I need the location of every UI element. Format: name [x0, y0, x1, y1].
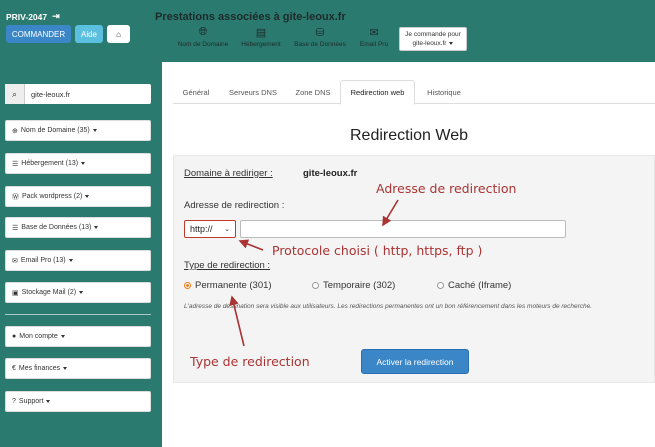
- service-hebergement[interactable]: ▤ Hébergement: [238, 26, 284, 48]
- tab-general[interactable]: Général: [173, 80, 219, 104]
- home-button[interactable]: ⌂: [107, 25, 130, 43]
- search-field[interactable]: ⌕ gite-leoux.fr: [5, 84, 151, 104]
- sidebar-item-hebergement[interactable]: ☰ Hébergement (13): [5, 153, 151, 174]
- chevron-down-icon: [449, 41, 454, 45]
- sidebar-item-pack-wordpress[interactable]: Ⓦ Pack wordpress (2): [5, 186, 151, 207]
- radio-selected-icon[interactable]: [184, 282, 191, 289]
- sidebar-item-mon-compte[interactable]: ● Mon compte: [5, 326, 151, 347]
- tabs: Général Serveurs DNS Zone DNS Redirectio…: [173, 80, 655, 105]
- radio-cache[interactable]: Caché (Iframe): [437, 280, 511, 291]
- list-icon: ☰: [12, 224, 19, 232]
- chevron-down-icon: ⌄: [224, 226, 230, 233]
- annotation-type: Type de redirection: [190, 354, 310, 369]
- search-icon[interactable]: ⌕: [5, 84, 25, 104]
- box-icon: ▣: [12, 289, 19, 297]
- annotation-address: Adresse de redirection: [376, 181, 517, 196]
- radio-icon[interactable]: [312, 282, 319, 289]
- chevron-down-icon: [94, 226, 99, 229]
- account-id: PRIV-2047 ⇥: [6, 11, 60, 22]
- redirect-type-label: Type de redirection :: [184, 260, 271, 271]
- service-base-de-donnees[interactable]: ⛁ Base de Données: [291, 26, 349, 48]
- commander-button[interactable]: COMMANDER: [6, 25, 71, 43]
- radio-icon[interactable]: [437, 282, 444, 289]
- envelope-icon: ✉: [369, 27, 379, 39]
- globe-icon: 🌐︎: [198, 26, 208, 38]
- euro-icon: €: [12, 365, 16, 372]
- account-id-label: PRIV-2047: [6, 11, 48, 22]
- search-input[interactable]: gite-leoux.fr: [25, 90, 70, 99]
- sidebar-item-mes-finances[interactable]: € Mes finances: [5, 358, 151, 379]
- site-title: Prestations associées à gite-leoux.fr: [155, 11, 346, 23]
- logout-icon[interactable]: ⇥: [52, 11, 60, 22]
- sidebar: ⌕ gite-leoux.fr ⊕ Nom de Domaine (35) ☰ …: [0, 62, 162, 447]
- server-icon: ▤: [255, 27, 267, 39]
- tab-redirection-web[interactable]: Redirection web: [340, 80, 415, 105]
- page-title: Redirection Web: [350, 127, 468, 144]
- database-icon: ⛁: [315, 27, 325, 39]
- activate-redirection-button[interactable]: Activer la redirection: [361, 349, 469, 374]
- annotation-protocol: Protocole choisi ( http, https, ftp ): [272, 243, 483, 258]
- envelope-icon: ✉: [12, 257, 18, 265]
- radio-permanente[interactable]: Permanente (301): [184, 280, 272, 291]
- sidebar-item-email-pro[interactable]: ✉ Email Pro (13): [5, 250, 151, 271]
- list-icon: ☰: [12, 160, 19, 168]
- service-email-pro[interactable]: ✉ Email Pro: [357, 26, 391, 48]
- tab-serveurs-dns[interactable]: Serveurs DNS: [220, 80, 286, 104]
- chevron-down-icon: [85, 195, 90, 198]
- chevron-down-icon: [79, 291, 84, 294]
- service-nom-de-domaine[interactable]: 🌐︎ Nom de Domaine: [176, 26, 230, 48]
- sidebar-item-stockage-mail[interactable]: ▣ Stockage Mail (2): [5, 282, 151, 303]
- chevron-down-icon: [60, 335, 65, 338]
- address-label: Adresse de redirection :: [184, 200, 285, 211]
- chevron-down-icon: [68, 259, 73, 262]
- tab-historique[interactable]: Historique: [416, 80, 472, 104]
- sidebar-divider: [5, 314, 151, 315]
- domain-value: gite-leoux.fr: [303, 168, 358, 179]
- question-icon: ?: [12, 398, 16, 405]
- commande-pour-dropdown[interactable]: Je commande pour gite-leoux.fr: [399, 27, 467, 51]
- aide-button[interactable]: Aide: [75, 25, 103, 43]
- redirect-url-input[interactable]: [240, 220, 566, 238]
- tab-zone-dns[interactable]: Zone DNS: [287, 80, 339, 104]
- help-text: L'adresse de destination sera visible au…: [184, 303, 593, 310]
- home-icon: ⌂: [116, 29, 121, 39]
- sidebar-item-nom-de-domaine[interactable]: ⊕ Nom de Domaine (35): [5, 120, 151, 141]
- sidebar-item-base-de-donnees[interactable]: ☰ Base de Données (13): [5, 217, 151, 238]
- radio-temporaire[interactable]: Temporaire (302): [312, 280, 395, 291]
- domain-label: Domaine à rediriger :: [184, 168, 273, 179]
- user-icon: ●: [12, 333, 17, 340]
- chevron-down-icon: [46, 400, 51, 403]
- chevron-down-icon: [63, 367, 68, 370]
- globe-icon: ⊕: [12, 127, 18, 135]
- top-bar: PRIV-2047 ⇥ COMMANDER Aide ⌂ Prestations…: [0, 0, 655, 62]
- chevron-down-icon: [92, 129, 97, 132]
- protocol-select[interactable]: http:// ⌄: [184, 220, 236, 238]
- wordpress-icon: Ⓦ: [12, 193, 19, 201]
- chevron-down-icon: [81, 162, 86, 165]
- sidebar-item-support[interactable]: ? Support: [5, 391, 151, 412]
